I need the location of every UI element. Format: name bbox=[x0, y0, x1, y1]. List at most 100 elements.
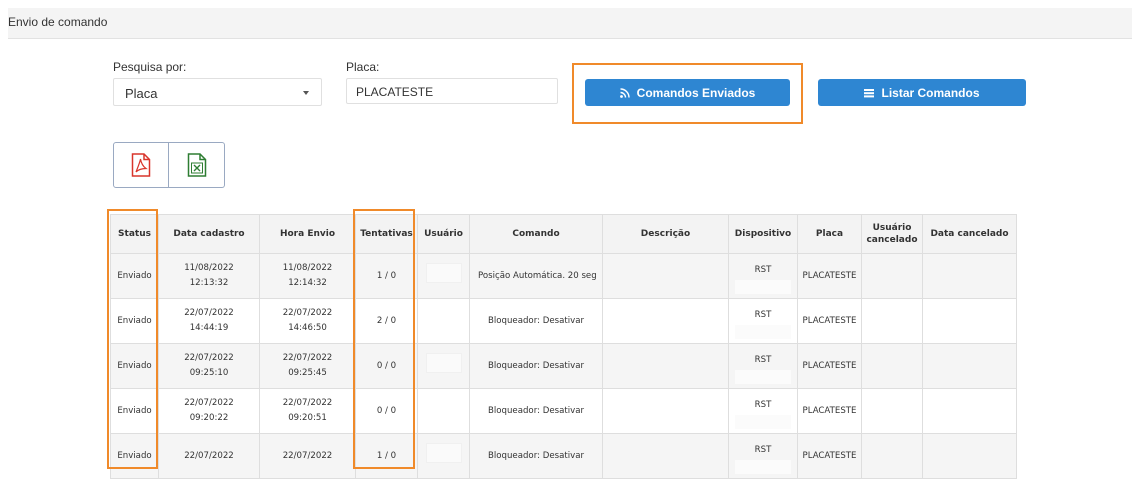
cell-tentativas: 1 / 0 bbox=[355, 433, 418, 479]
commands-table: Status Data cadastro Hora Envio Tentativ… bbox=[110, 214, 1017, 479]
list-commands-button[interactable]: Listar Comandos bbox=[818, 79, 1026, 106]
device-name: RST bbox=[754, 265, 772, 275]
table-header-row: Status Data cadastro Hora Envio Tentativ… bbox=[110, 214, 1017, 254]
list-icon bbox=[864, 88, 875, 97]
cell-usuario-cancelado bbox=[861, 298, 923, 344]
col-usuario[interactable]: Usuário bbox=[417, 214, 470, 254]
export-excel-button[interactable] bbox=[169, 142, 225, 188]
col-usuario-cancelado[interactable]: Usuário cancelado bbox=[861, 214, 923, 254]
cell-dispositivo: RST bbox=[728, 388, 798, 434]
table-row[interactable]: Enviado 22/07/2022 09:25:10 22/07/2022 09:… bbox=[110, 343, 1017, 389]
device-name: RST bbox=[754, 400, 772, 410]
excel-file-icon bbox=[187, 153, 206, 177]
chevron-down-icon bbox=[303, 91, 309, 95]
cell-status: Enviado bbox=[110, 343, 159, 389]
cell-data-cadastro: 11/08/2022 12:13:32 bbox=[158, 253, 260, 299]
cell-hora-envio: 22/07/2022 bbox=[259, 433, 356, 479]
cell-usuario bbox=[417, 388, 470, 434]
cell-comando: Bloqueador: Desativar bbox=[469, 433, 603, 479]
plate-input[interactable]: PLACATESTE bbox=[346, 78, 558, 104]
cell-data-cancelado bbox=[922, 298, 1017, 344]
cell-hora-envio: 22/07/2022 14:46:50 bbox=[259, 298, 356, 344]
page-header: Envio de comando bbox=[8, 8, 1132, 39]
cell-usuario bbox=[417, 253, 470, 299]
cell-tentativas: 0 / 0 bbox=[355, 343, 418, 389]
cell-time: 09:25:45 bbox=[288, 368, 327, 378]
cell-hora-envio: 11/08/2022 12:14:32 bbox=[259, 253, 356, 299]
cell-date: 22/07/2022 bbox=[282, 398, 333, 408]
plate-input-value: PLACATESTE bbox=[356, 85, 434, 99]
cell-date: 22/07/2022 bbox=[282, 308, 333, 318]
table-row[interactable]: Enviado 22/07/2022 14:44:19 22/07/2022 14:… bbox=[110, 298, 1017, 344]
sent-commands-label: Comandos Enviados bbox=[636, 85, 756, 100]
cell-time: 09:25:10 bbox=[189, 368, 229, 378]
search-by-label: Pesquisa por: bbox=[113, 60, 187, 74]
table-row[interactable]: Enviado 22/07/2022 22/07/2022 1 / 0 Bloq… bbox=[110, 433, 1017, 479]
cell-placa: PLACATESTE bbox=[797, 388, 862, 434]
user-redacted bbox=[425, 263, 462, 283]
cell-status: Enviado bbox=[110, 433, 159, 479]
col-placa[interactable]: Placa bbox=[797, 214, 862, 254]
table-row[interactable]: Enviado 11/08/2022 12:13:32 11/08/2022 12:… bbox=[110, 253, 1017, 299]
cell-date: 11/08/2022 bbox=[184, 263, 234, 273]
cell-placa: PLACATESTE bbox=[797, 343, 862, 389]
cell-time: 14:46:50 bbox=[288, 323, 327, 333]
cell-usuario bbox=[417, 433, 470, 479]
col-status[interactable]: Status bbox=[110, 214, 159, 254]
cell-data-cancelado bbox=[922, 433, 1017, 479]
cell-data-cadastro: 22/07/2022 14:44:19 bbox=[158, 298, 260, 344]
cell-status: Enviado bbox=[110, 253, 159, 299]
cell-date: 22/07/2022 bbox=[184, 308, 234, 318]
page-title: Envio de comando bbox=[8, 15, 108, 29]
cell-data-cancelado bbox=[922, 388, 1017, 434]
device-name: RST bbox=[754, 445, 772, 455]
cell-status: Enviado bbox=[110, 388, 159, 434]
cell-time: 09:20:51 bbox=[288, 413, 327, 423]
table-row[interactable]: Enviado 22/07/2022 09:20:22 22/07/2022 09:… bbox=[110, 388, 1017, 434]
cell-dispositivo: RST bbox=[728, 253, 798, 299]
device-name: RST bbox=[754, 310, 772, 320]
col-data-cancelado[interactable]: Data cancelado bbox=[922, 214, 1017, 254]
pdf-file-icon bbox=[131, 153, 151, 177]
cell-time: 12:14:32 bbox=[288, 278, 327, 288]
device-redacted bbox=[735, 325, 791, 339]
cell-descricao bbox=[602, 433, 729, 479]
cell-date: 22/07/2022 bbox=[184, 353, 234, 363]
cell-usuario-cancelado bbox=[861, 253, 923, 299]
device-redacted bbox=[735, 460, 791, 474]
device-redacted bbox=[735, 415, 791, 429]
cell-data-cancelado bbox=[922, 253, 1017, 299]
cell-comando: Posição Automática. 20 seg bbox=[469, 253, 603, 299]
cell-usuario-cancelado bbox=[861, 433, 923, 479]
cell-usuario bbox=[417, 298, 470, 344]
sent-commands-button[interactable]: Comandos Enviados bbox=[585, 79, 790, 106]
cell-status: Enviado bbox=[110, 298, 159, 344]
cell-data-cadastro: 22/07/2022 bbox=[158, 433, 260, 479]
export-pdf-button[interactable] bbox=[113, 142, 169, 188]
cell-hora-envio: 22/07/2022 09:20:51 bbox=[259, 388, 356, 434]
search-by-select[interactable]: Placa bbox=[113, 78, 322, 106]
cell-usuario-cancelado bbox=[861, 388, 923, 434]
cell-tentativas: 0 / 0 bbox=[355, 388, 418, 434]
list-commands-label: Listar Comandos bbox=[881, 85, 980, 100]
cell-dispositivo: RST bbox=[728, 298, 798, 344]
rss-icon bbox=[619, 87, 630, 98]
cell-usuario-cancelado bbox=[861, 343, 923, 389]
col-comando[interactable]: Comando bbox=[469, 214, 603, 254]
col-hora-envio[interactable]: Hora Envio bbox=[259, 214, 356, 254]
user-redacted bbox=[425, 353, 462, 373]
cell-date: 22/07/2022 bbox=[184, 450, 234, 461]
cell-time: 14:44:19 bbox=[189, 323, 229, 333]
col-descricao[interactable]: Descrição bbox=[602, 214, 729, 254]
device-redacted bbox=[735, 280, 791, 294]
cell-dispositivo: RST bbox=[728, 343, 798, 389]
cell-descricao bbox=[602, 343, 729, 389]
cell-time: 12:13:32 bbox=[189, 278, 229, 288]
cell-comando: Bloqueador: Desativar bbox=[469, 388, 603, 434]
cell-descricao bbox=[602, 388, 729, 434]
cell-placa: PLACATESTE bbox=[797, 298, 862, 344]
col-data-cadastro[interactable]: Data cadastro bbox=[158, 214, 260, 254]
col-tentativas[interactable]: Tentativas bbox=[355, 214, 418, 254]
col-dispositivo[interactable]: Dispositivo bbox=[728, 214, 798, 254]
col-usuario-cancelado-line2: cancelado bbox=[866, 235, 918, 245]
